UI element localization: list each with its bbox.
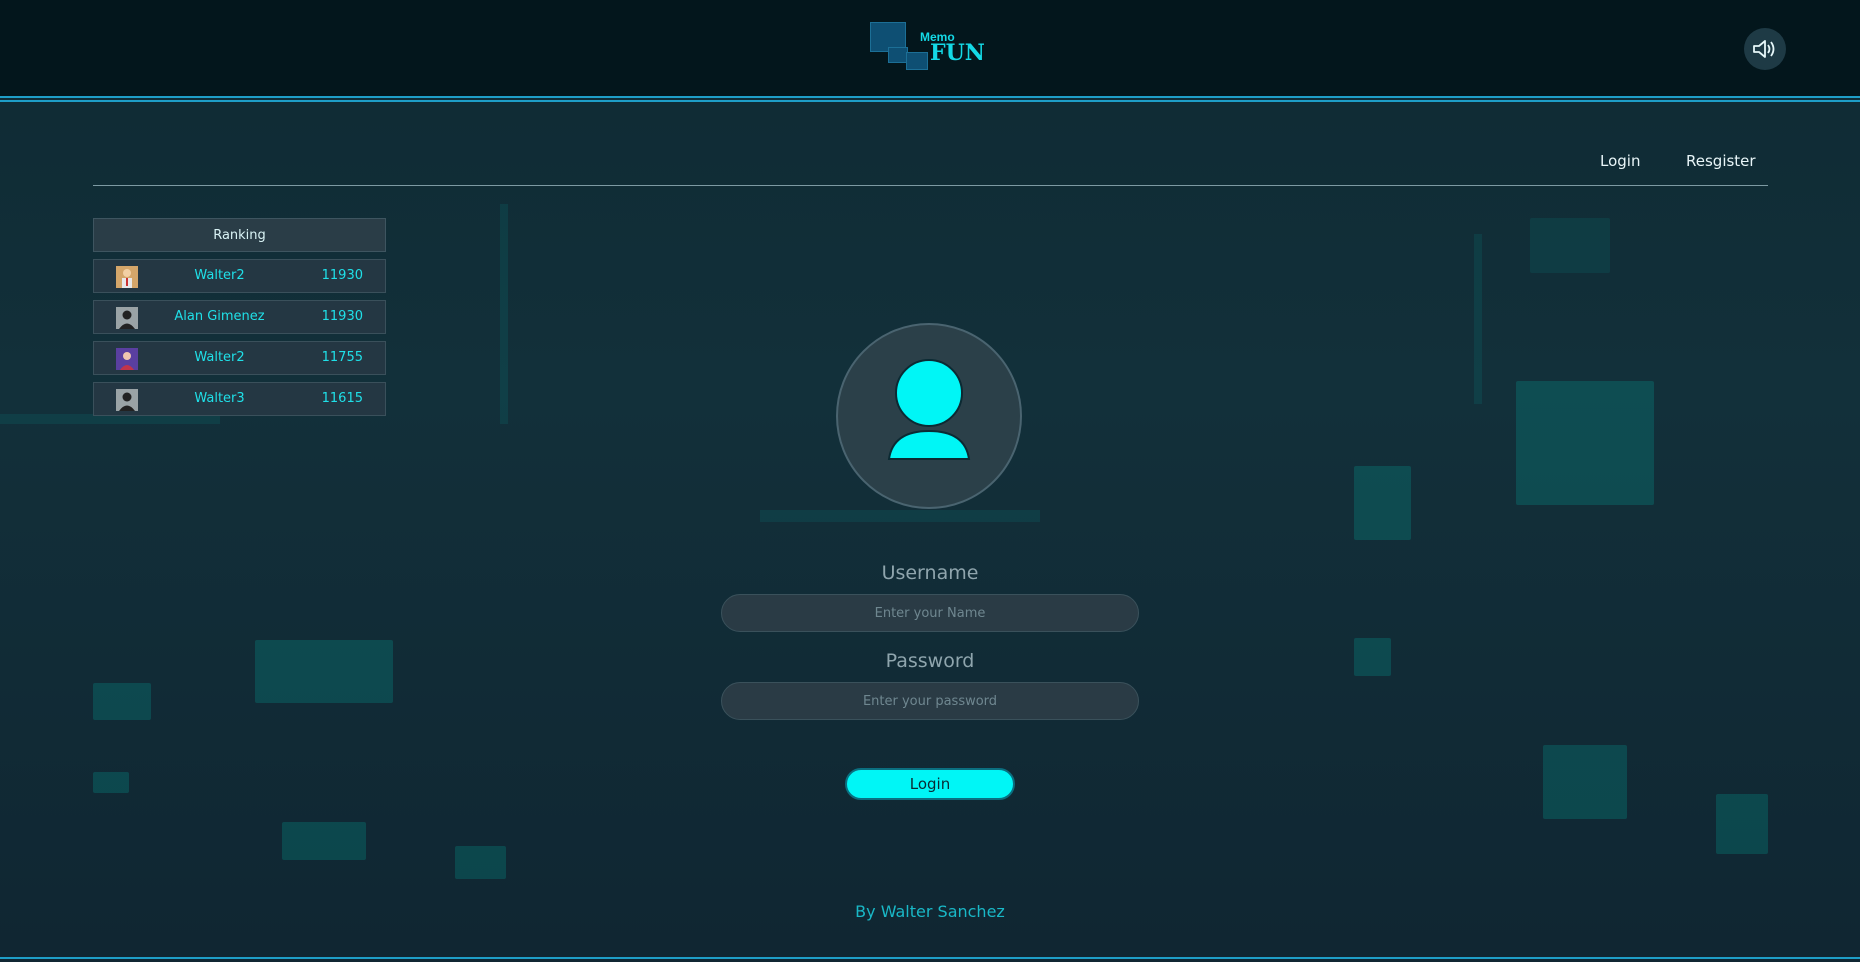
avatar-cartoon-icon <box>116 266 138 288</box>
password-input[interactable] <box>721 682 1139 720</box>
ranking-panel: Ranking Walter2 11930 Alan Gimenez 11930… <box>93 218 386 416</box>
ranking-row: Walter2 11930 <box>93 259 386 293</box>
player-name: Walter2 <box>194 350 245 365</box>
player-name: Walter3 <box>194 391 245 406</box>
sound-toggle-button[interactable] <box>1744 28 1786 70</box>
bottom-divider <box>0 957 1860 959</box>
login-button[interactable]: Login <box>845 768 1015 800</box>
player-score: 11930 <box>321 268 363 283</box>
player-name: Alan Gimenez <box>174 309 265 324</box>
player-score: 11615 <box>321 391 363 406</box>
app-logo[interactable]: Memo FUN <box>870 22 990 72</box>
nav-divider <box>93 185 1768 186</box>
ranking-row: Walter3 11615 <box>93 382 386 416</box>
nav-login-link[interactable]: Login <box>1600 152 1640 170</box>
username-label: Username <box>881 562 979 584</box>
logo-text-big: FUN <box>930 40 985 66</box>
login-form: Username Password <box>721 560 1139 720</box>
ranking-title: Ranking <box>93 218 386 252</box>
auth-nav: Login Resgister <box>0 152 1860 172</box>
footer-credit: By Walter Sanchez <box>855 902 1005 921</box>
avatar-cartoon-icon <box>116 348 138 370</box>
player-score: 11755 <box>321 350 363 365</box>
speaker-icon <box>1753 40 1775 58</box>
player-score: 11930 <box>321 309 363 324</box>
user-avatar <box>836 323 1022 509</box>
top-bar: Memo FUN <box>0 0 1860 102</box>
avatar-default-icon <box>116 389 138 411</box>
user-icon <box>887 359 971 460</box>
player-name: Walter2 <box>194 268 245 283</box>
avatar-default-icon <box>116 307 138 329</box>
username-input[interactable] <box>721 594 1139 632</box>
password-label: Password <box>885 650 975 672</box>
nav-register-link[interactable]: Resgister <box>1686 152 1756 170</box>
ranking-row: Walter2 11755 <box>93 341 386 375</box>
ranking-row: Alan Gimenez 11930 <box>93 300 386 334</box>
